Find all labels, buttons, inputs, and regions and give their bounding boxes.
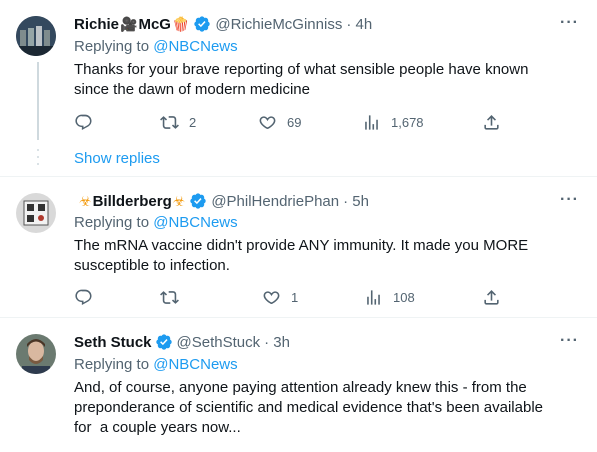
more-options-icon[interactable]: ··· <box>560 191 579 209</box>
reply-icon <box>75 289 92 306</box>
show-replies-link[interactable]: Show replies <box>74 150 160 167</box>
views-chart-icon <box>365 115 378 130</box>
like-button[interactable]: 1 <box>262 288 298 307</box>
reply-button[interactable] <box>74 288 103 307</box>
biohazard-emoji-icon: ☣ <box>79 192 92 209</box>
like-count: 69 <box>287 115 302 130</box>
biohazard-emoji-icon: ☣ <box>172 192 186 209</box>
handle[interactable]: @SethStuck <box>177 334 261 351</box>
retweet-button[interactable]: 2 <box>160 113 196 132</box>
handle[interactable]: @RichieMcGinniss <box>215 16 342 33</box>
mention-link[interactable]: @NBCNews <box>153 356 237 373</box>
more-options-icon[interactable]: ··· <box>560 14 579 32</box>
tweet-actions: 1 108 <box>74 288 514 308</box>
more-options-icon[interactable]: ··· <box>560 332 579 350</box>
views-count: 1,678 <box>391 115 424 130</box>
share-button[interactable] <box>482 288 501 307</box>
replying-to: Replying to @NBCNews <box>74 38 238 55</box>
display-name[interactable]: Billderberg <box>93 193 172 210</box>
share-button[interactable] <box>482 113 501 132</box>
reply-icon <box>75 114 92 131</box>
timestamp[interactable]: · 3h <box>264 334 290 351</box>
mention-link[interactable]: @NBCNews <box>153 214 237 231</box>
tweet-text-line: susceptible to infection. <box>74 257 230 274</box>
tweet-text-line: The mRNA vaccine didn't provide ANY immu… <box>74 237 529 254</box>
like-count: 1 <box>291 290 299 305</box>
display-name-suffix[interactable]: McG <box>138 16 171 33</box>
like-button[interactable]: 69 <box>258 113 301 132</box>
tweet-text-line: preponderance of scientific and medical … <box>74 399 543 416</box>
tweet-text-line: And, of course, anyone paying attention … <box>74 379 527 396</box>
views-chart-icon <box>367 290 380 305</box>
tweet-text: The mRNA vaccine didn't provide ANY immu… <box>74 236 574 276</box>
tweet-text-line: Thanks for your brave reporting of what … <box>74 61 529 78</box>
avatar[interactable] <box>16 334 56 374</box>
views-count: 108 <box>393 290 415 305</box>
timestamp[interactable]: · 4h <box>346 16 372 33</box>
tweet-header: Seth Stuck @SethStuck · 3h <box>74 332 290 352</box>
verified-badge-icon <box>194 16 211 32</box>
retweet-icon <box>160 291 179 304</box>
share-icon <box>484 115 499 130</box>
replying-to-label: Replying to <box>74 214 150 231</box>
retweet-icon <box>160 116 179 129</box>
tweet-text-line: since the dawn of modern medicine <box>74 81 310 98</box>
handle[interactable]: @PhilHendriePhan <box>211 193 339 210</box>
tweet-actions: 2 69 1,678 <box>74 113 514 133</box>
views-button[interactable]: 1,678 <box>362 113 424 132</box>
popcorn-emoji-icon: 🍿 <box>171 15 190 32</box>
thread-dots <box>37 149 39 165</box>
tweet-3[interactable]: Seth Stuck @SethStuck · 3h ··· Replying … <box>0 318 597 452</box>
retweet-count: 2 <box>189 115 197 130</box>
timestamp[interactable]: · 5h <box>343 193 369 210</box>
thread-line <box>37 62 39 140</box>
retweet-button[interactable] <box>160 288 189 307</box>
tweet-text-line: for a couple years now... <box>74 419 241 436</box>
replying-to-label: Replying to <box>74 356 150 373</box>
replying-to-label: Replying to <box>74 38 150 55</box>
tweet-2[interactable]: ☣ Billderberg ☣ @PhilHendriePhan · 5h ··… <box>0 177 597 317</box>
tweet-1[interactable]: Richie 🎥 McG 🍿 @RichieMcGinniss · 4h ···… <box>0 0 597 176</box>
tweet-text: And, of course, anyone paying attention … <box>74 378 574 438</box>
verified-badge-icon <box>155 334 172 350</box>
reply-button[interactable] <box>74 113 103 132</box>
heart-icon <box>263 291 280 304</box>
avatar[interactable] <box>16 16 56 56</box>
mention-link[interactable]: @NBCNews <box>153 38 237 55</box>
heart-icon <box>259 116 276 129</box>
views-button[interactable]: 108 <box>364 288 415 307</box>
replying-to: Replying to @NBCNews <box>74 214 238 231</box>
share-icon <box>484 290 499 305</box>
tweet-header: ☣ Billderberg ☣ @PhilHendriePhan · 5h <box>78 191 369 211</box>
display-name[interactable]: Richie <box>74 16 119 33</box>
replying-to: Replying to @NBCNews <box>74 356 238 373</box>
camera-emoji-icon: 🎥 <box>120 15 138 32</box>
verified-badge-icon <box>190 193 206 209</box>
tweet-text: Thanks for your brave reporting of what … <box>74 60 574 100</box>
tweet-header: Richie 🎥 McG 🍿 @RichieMcGinniss · 4h <box>74 14 372 34</box>
avatar[interactable] <box>16 193 56 233</box>
display-name[interactable]: Seth Stuck <box>74 334 152 351</box>
